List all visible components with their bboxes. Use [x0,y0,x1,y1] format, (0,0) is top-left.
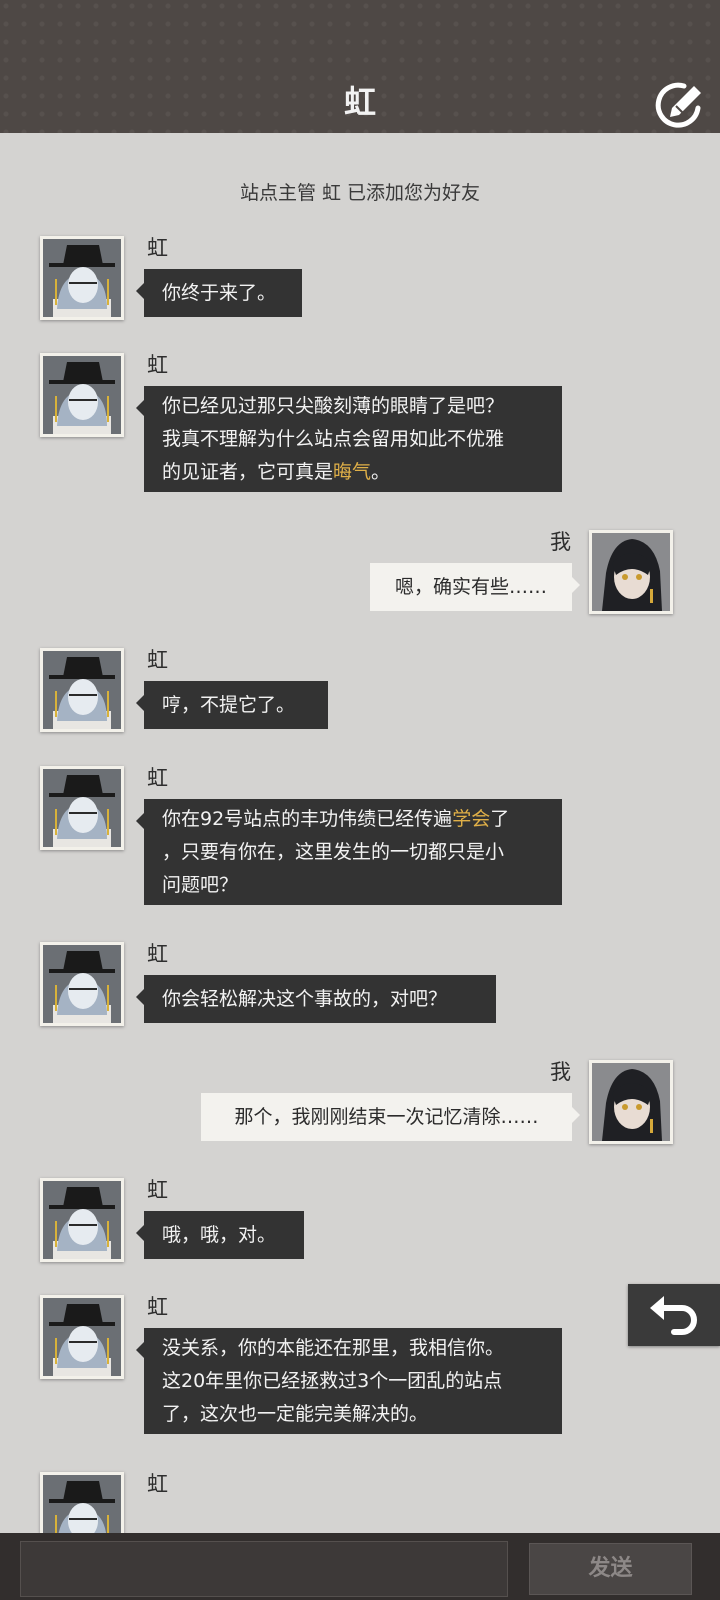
contact-avatar[interactable] [40,1472,124,1533]
sender-name: 虹 [147,236,168,260]
sender-name: 虹 [147,648,168,672]
sender-name: 虹 [147,1178,168,1202]
highlight-keyword[interactable]: 学会 [452,808,490,830]
contact-avatar[interactable] [40,1295,124,1379]
message-bubble: 哼，不提它了。 [136,681,328,729]
sender-name: 虹 [147,766,168,790]
contact-avatar[interactable] [40,942,124,1026]
message-bubble: 那个，我刚刚结束一次记忆清除…… [201,1093,580,1141]
message-bubble: 你终于来了。 [136,269,302,317]
chat-area[interactable]: 站点主管 虹 已添加您为好友 虹你终于来了。虹你已经见过那只尖酸刻薄的眼睛了是吧… [0,133,720,1533]
bubble-tail [136,1225,144,1241]
bubble-tail [136,989,144,1005]
message-text: 你终于来了。 [162,281,277,304]
bubble-tail [136,813,144,829]
message-text: 没关系，你的本能还在那里，我相信你。 这20年里你已经拯救过3个一团乱的站点 了，这… [162,1336,505,1425]
bubble-tail [572,1107,580,1123]
sender-name: 虹 [147,1472,168,1496]
message-text: 哦，哦，对。 [162,1223,277,1246]
sender-name: 我 [550,1060,571,1084]
message-bubble: 你在92号站点的丰功伟绩已经传遍学会了 ，只要有你在，这里发生的一切都只是小 问题吧… [136,799,562,905]
contact-avatar[interactable] [40,766,124,850]
message-text: 你在92号站点的丰功伟绩已经传遍学会了 ，只要有你在，这里发生的一切都只是小 问题吧… [162,807,510,896]
bubble-tail [572,577,580,593]
message-bubble: 你会轻松解决这个事故的，对吧？ [136,975,496,1023]
sender-name: 虹 [147,1295,168,1319]
contact-avatar[interactable] [40,648,124,732]
contact-avatar[interactable] [40,1178,124,1262]
bubble-tail [136,400,144,416]
message-text: 嗯，确实有些…… [394,575,547,598]
send-button[interactable]: 发送 [529,1543,692,1595]
highlight-keyword[interactable]: 晦气 [333,461,371,483]
sender-name: 虹 [147,942,168,966]
message-bubble: 没关系，你的本能还在那里，我相信你。 这20年里你已经拯救过3个一团乱的站点 了，这… [136,1328,562,1434]
message-text: 你已经见过那只尖酸刻薄的眼睛了是吧？ 我真不理解为什么站点会留用如此不优雅 的见证者… [162,394,505,483]
edit-button[interactable] [654,78,706,128]
bubble-tail [136,695,144,711]
message-input[interactable] [20,1541,508,1597]
sender-name: 虹 [147,353,168,377]
system-notice: 站点主管 虹 已添加您为好友 [239,182,481,204]
contact-avatar[interactable] [40,353,124,437]
message-text: 你会轻松解决这个事故的，对吧？ [162,987,448,1010]
chat-header: 虹 [0,0,720,133]
chat-title: 虹 [343,83,376,121]
edit-pen-icon [655,82,701,128]
message-text: 那个，我刚刚结束一次记忆清除…… [234,1105,539,1128]
bubble-tail [136,1342,144,1358]
bubble-tail [136,283,144,299]
undo-arrow-icon [650,1296,697,1335]
my-avatar[interactable] [589,1060,673,1144]
message-bubble: 你已经见过那只尖酸刻薄的眼睛了是吧？ 我真不理解为什么站点会留用如此不优雅 的见证者… [136,386,562,492]
message-bubble: 嗯，确实有些…… [370,563,580,611]
message-bubble: 哦，哦，对。 [136,1211,304,1259]
my-avatar[interactable] [589,530,673,614]
back-button[interactable] [628,1284,720,1346]
contact-avatar[interactable] [40,236,124,320]
message-text: 哼，不提它了。 [162,693,296,716]
input-bar: 发送 [0,1533,720,1600]
sender-name: 我 [550,530,571,554]
